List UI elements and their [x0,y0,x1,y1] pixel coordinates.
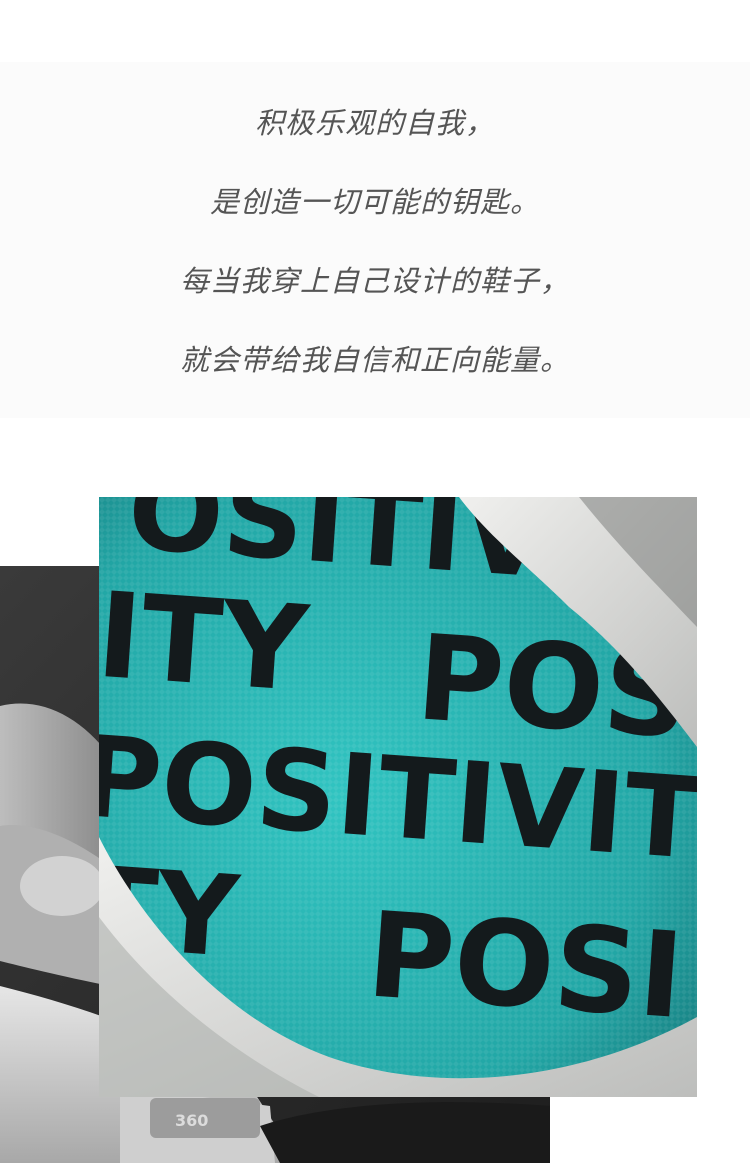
print-text-6: POSI [363,885,688,1045]
quote-line-3: 每当我穿上自己设计的鞋子， [179,264,570,298]
quote-line-2: 是创造一切可能的钥匙。 [209,185,540,219]
print-text-2: ITY [99,566,313,718]
svg-text:360: 360 [175,1111,208,1130]
insole-closeup-photo: OSITIV ITY POS POSITIVITY TY POSI [99,497,697,1097]
quote-line-4: 就会带给我自信和正向能量。 [179,343,570,377]
quote-line-1: 积极乐观的自我， [254,106,495,140]
